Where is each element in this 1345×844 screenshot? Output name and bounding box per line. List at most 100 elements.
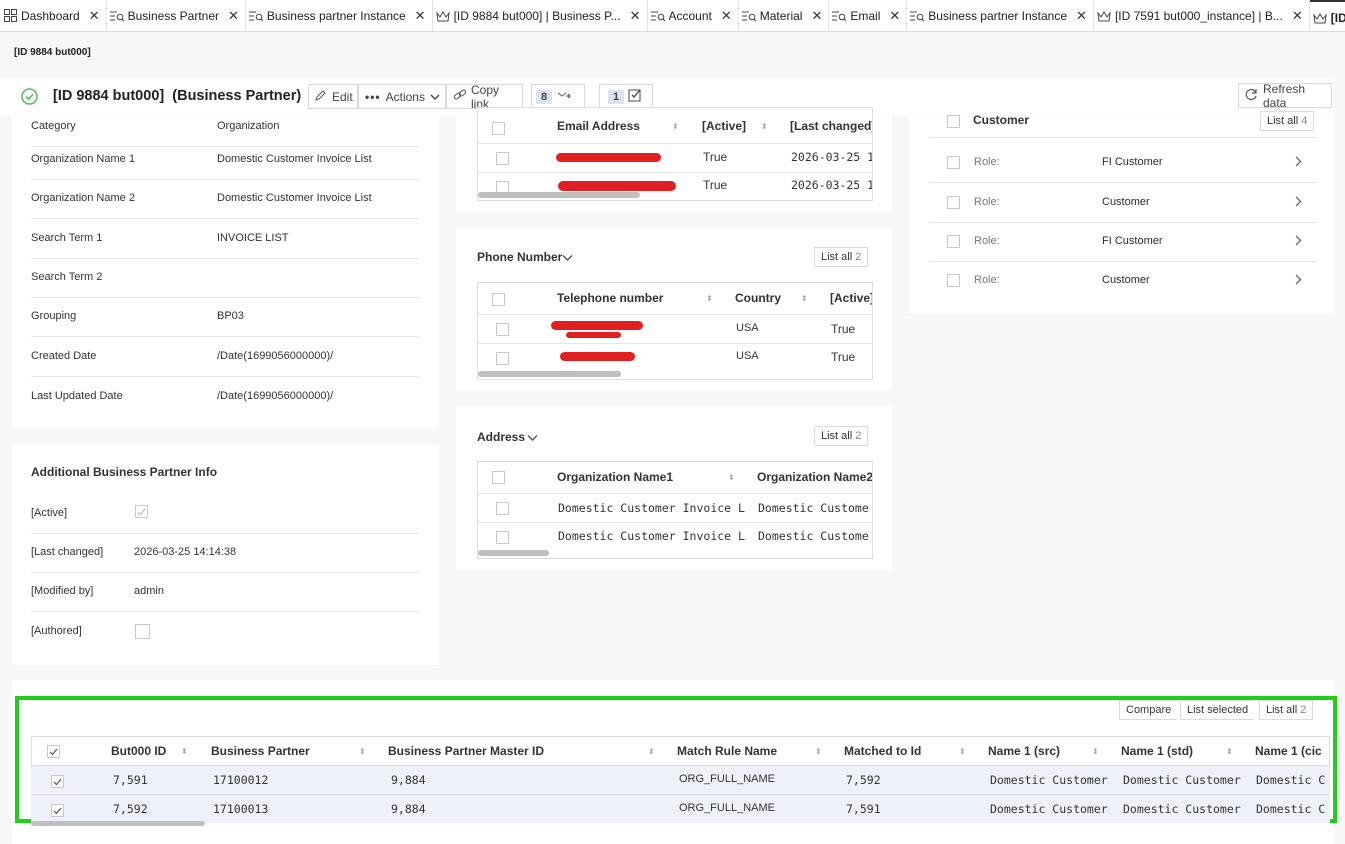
sort-icon[interactable]: ⬍ — [359, 747, 366, 756]
column-header[interactable]: Email Address — [557, 119, 640, 133]
sort-icon[interactable]: ⬍ — [181, 747, 188, 756]
tasks-count-button[interactable]: 1 — [599, 84, 653, 109]
row-checkbox[interactable] — [496, 352, 509, 365]
tab-dashboard[interactable]: Dashboard ✕ — [0, 0, 107, 31]
redaction-mark — [556, 153, 661, 162]
sort-icon[interactable]: ⬍ — [815, 747, 822, 756]
related-count-button[interactable]: 8 — [531, 84, 585, 109]
actions-button[interactable]: ••• Actions — [358, 84, 446, 109]
tab-email[interactable]: Email ✕ — [829, 0, 908, 31]
chevron-down-icon[interactable] — [562, 251, 573, 265]
close-icon[interactable]: ✕ — [1076, 8, 1087, 24]
tab-business-partner-instance[interactable]: Business partner Instance ✕ — [246, 0, 433, 31]
table-row[interactable]: 7,591 17100012 9,884 ORG_FULL_NAME 7,592… — [31, 766, 1330, 795]
close-icon[interactable]: ✕ — [228, 8, 239, 24]
sort-icon[interactable]: ⬍ — [959, 747, 966, 756]
role-row[interactable]: Role: FI Customer — [929, 143, 1317, 183]
close-icon[interactable]: ✕ — [1292, 8, 1303, 24]
column-header[interactable]: Organization Name2 — [757, 470, 872, 484]
close-icon[interactable]: ✕ — [721, 8, 732, 24]
list-selected-button[interactable]: List selected — [1180, 700, 1255, 720]
close-icon[interactable]: ✕ — [811, 8, 822, 24]
list-all-button[interactable]: List all 2 — [1259, 700, 1314, 720]
copy-link-button[interactable]: Copy link — [446, 83, 523, 111]
column-header[interactable]: [Last changed] — [790, 119, 872, 133]
close-icon[interactable]: ✕ — [89, 8, 100, 24]
tab-business-partner[interactable]: Business Partner ✕ — [107, 0, 246, 31]
select-all-checkbox[interactable] — [492, 122, 505, 135]
row-checkbox[interactable] — [51, 775, 64, 788]
tab-material[interactable]: Material ✕ — [739, 0, 830, 31]
column-header[interactable]: Name 1 (src) — [988, 744, 1060, 758]
role-row[interactable]: Role: Customer — [929, 183, 1317, 223]
sort-icon[interactable]: ⬍ — [1226, 747, 1233, 756]
horizontal-scrollbar[interactable] — [478, 192, 640, 198]
table-cell: True — [703, 178, 728, 192]
horizontal-scrollbar[interactable] — [31, 821, 205, 826]
refresh-data-button[interactable]: Refresh data — [1238, 82, 1332, 110]
list-all-button[interactable]: List all 4 — [1260, 111, 1315, 131]
column-header[interactable]: Telephone number — [557, 291, 663, 305]
row-checkbox[interactable] — [947, 156, 960, 169]
select-all-checkbox[interactable] — [947, 115, 960, 128]
chevron-right-icon[interactable] — [1295, 235, 1302, 249]
select-all-checkbox[interactable] — [492, 293, 505, 306]
tab-account[interactable]: Account ✕ — [648, 0, 739, 31]
select-all-checkbox[interactable] — [492, 471, 505, 484]
close-icon[interactable]: ✕ — [415, 8, 426, 24]
tab-business-partner-instance-2[interactable]: Business partner Instance ✕ — [907, 0, 1094, 31]
column-header[interactable]: [Active] — [702, 119, 746, 133]
close-icon[interactable]: ✕ — [889, 8, 900, 24]
sort-icon[interactable]: ⬍ — [706, 294, 713, 303]
row-checkbox[interactable] — [496, 502, 509, 515]
horizontal-scrollbar[interactable] — [478, 371, 621, 377]
row-checkbox[interactable] — [51, 804, 64, 817]
column-header[interactable]: But000 ID — [111, 744, 166, 758]
column-header[interactable]: Name 1 (cic — [1255, 744, 1322, 758]
section-title[interactable]: Phone Number — [477, 250, 562, 264]
detail-value: admin — [134, 585, 164, 597]
chevron-right-icon[interactable] — [1295, 156, 1302, 170]
row-checkbox[interactable] — [496, 531, 509, 544]
sort-icon[interactable]: ⬍ — [1092, 747, 1099, 756]
compare-button[interactable]: Compare — [1119, 700, 1178, 720]
sort-icon[interactable]: ⬍ — [648, 747, 655, 756]
active-checkbox[interactable] — [135, 505, 148, 518]
chevron-down-icon[interactable] — [527, 431, 538, 445]
list-search-icon — [650, 9, 665, 23]
chevron-right-icon[interactable] — [1295, 196, 1302, 210]
column-header[interactable]: Business Partner — [211, 744, 310, 758]
column-header[interactable]: Country — [735, 291, 781, 305]
authored-checkbox[interactable] — [135, 624, 150, 642]
detail-value: INVOICE LIST — [217, 232, 289, 244]
column-header[interactable]: Organization Name1 — [557, 470, 673, 484]
tab-record-9884[interactable]: [ID 9884 but000] | Business P... ✕ — [433, 0, 648, 31]
table-row[interactable]: 7,592 17100013 9,884 ORG_FULL_NAME 7,591… — [31, 795, 1330, 823]
role-row[interactable]: Role: Customer — [929, 261, 1317, 300]
row-checkbox[interactable] — [496, 152, 509, 165]
row-checkbox[interactable] — [496, 323, 509, 336]
column-header[interactable]: Business Partner Master ID — [388, 744, 544, 758]
tab-record-9884-active[interactable]: [ID 9884 — [1309, 0, 1345, 31]
row-checkbox[interactable] — [947, 274, 960, 287]
section-title[interactable]: Address — [477, 430, 525, 444]
horizontal-scrollbar[interactable] — [478, 550, 549, 556]
sort-icon[interactable]: ⬍ — [761, 122, 768, 131]
column-header[interactable]: Name 1 (std) — [1121, 744, 1193, 758]
edit-button[interactable]: Edit — [308, 84, 358, 109]
sort-icon[interactable]: ⬍ — [801, 294, 808, 303]
list-all-button[interactable]: List all 2 — [814, 426, 869, 446]
close-icon[interactable]: ✕ — [630, 8, 641, 24]
column-header[interactable]: Matched to Id — [844, 744, 921, 758]
column-header[interactable]: [Active] — [830, 291, 872, 305]
list-all-button[interactable]: List all 2 — [814, 247, 869, 267]
column-header[interactable]: Match Rule Name — [677, 744, 777, 758]
role-row[interactable]: Role: FI Customer — [929, 222, 1317, 262]
sort-icon[interactable]: ⬍ — [728, 473, 735, 482]
chevron-right-icon[interactable] — [1295, 274, 1302, 288]
sort-icon[interactable]: ⬍ — [672, 122, 679, 131]
select-all-checkbox[interactable] — [47, 745, 60, 758]
tab-record-7591[interactable]: [ID 7591 but000_instance] | B... ✕ — [1094, 0, 1310, 31]
row-checkbox[interactable] — [947, 196, 960, 209]
row-checkbox[interactable] — [947, 235, 960, 248]
